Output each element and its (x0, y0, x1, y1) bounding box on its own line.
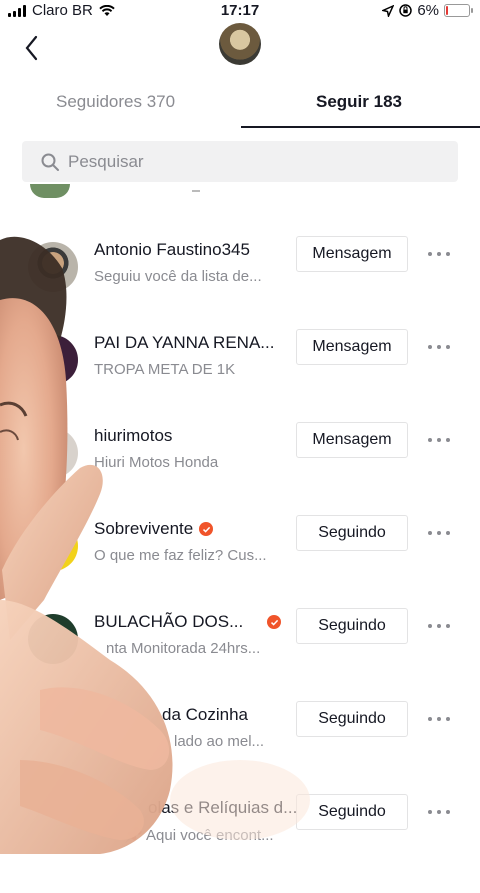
username: Antonio Faustino345 (94, 240, 250, 259)
list-item[interactable]: BULACHÃO DOS... nta Monitorada 24hrs... … (0, 608, 480, 707)
avatar[interactable] (28, 242, 78, 292)
following-button[interactable]: Seguindo (296, 515, 408, 551)
partial-list-item (30, 184, 70, 198)
list-item[interactable]: Antonio Faustino345 Seguiu você da lista… (0, 236, 480, 335)
battery-percent: 6% (417, 2, 439, 19)
user-subtitle: 📌 Aqui você encont... (124, 827, 274, 844)
following-button[interactable]: Seguindo (296, 608, 408, 644)
tab-followers[interactable]: Seguidores 370 (56, 92, 175, 112)
avatar[interactable] (28, 521, 78, 571)
user-subtitle: nta Monitorada 24hrs... (106, 640, 261, 657)
list-item[interactable]: olas e Relíquias d... 📌 Aqui você encont… (0, 794, 480, 893)
search-placeholder: Pesquisar (68, 151, 144, 171)
username: da Cozinha (162, 705, 249, 724)
avatar[interactable] (28, 428, 78, 478)
following-button[interactable]: Seguindo (296, 701, 408, 737)
username: PAI DA YANNA RENA... (94, 333, 275, 352)
username: hiurimotos (94, 426, 173, 445)
more-options-icon[interactable] (428, 709, 450, 729)
tab-following[interactable]: Seguir 183 (316, 92, 402, 112)
following-button[interactable]: Seguindo (296, 794, 408, 830)
username-row: BULACHÃO DOS... (94, 612, 282, 632)
orientation-lock-icon (399, 4, 413, 17)
avatar[interactable] (28, 335, 78, 385)
status-bar: Claro BR 17:17 6% (0, 0, 480, 22)
user-subtitle: Hiuri Motos Honda (94, 454, 219, 471)
list-item[interactable]: PAI DA YANNA RENA... TROPA META DE 1K Me… (0, 329, 480, 428)
back-arrow-icon[interactable] (22, 34, 42, 62)
battery-icon (444, 4, 473, 17)
message-button[interactable]: Mensagem (296, 329, 408, 365)
partial-list-item-text (192, 190, 200, 192)
verified-badge-icon (267, 615, 282, 629)
list-item[interactable]: da Cozinha lado ao mel... Seguindo (0, 701, 480, 800)
search-icon (41, 153, 59, 171)
status-right: 6% (382, 2, 473, 19)
more-options-icon[interactable] (428, 430, 450, 450)
list-item[interactable]: Sobrevivente O que me faz feliz? Cus... … (0, 515, 480, 614)
username-row: Sobrevivente (94, 519, 214, 539)
more-options-icon[interactable] (428, 337, 450, 357)
message-button[interactable]: Mensagem (296, 422, 408, 458)
user-subtitle: lado ao mel... (174, 733, 265, 750)
follow-tabs: Seguidores 370 Seguir 183 (0, 84, 480, 128)
user-subtitle: Seguiu você da lista de... (94, 268, 262, 285)
username: olas e Relíquias d... (148, 798, 298, 817)
profile-avatar[interactable] (219, 23, 261, 65)
active-tab-indicator (241, 126, 480, 128)
username: Sobrevivente (94, 519, 194, 538)
user-subtitle: O que me faz feliz? Cus... (94, 547, 267, 564)
avatar[interactable] (28, 614, 78, 664)
more-options-icon[interactable] (428, 244, 450, 264)
more-options-icon[interactable] (428, 616, 450, 636)
username: BULACHÃO DOS... (94, 612, 244, 631)
list-item[interactable]: hiurimotos Hiuri Motos Honda Mensagem (0, 422, 480, 521)
more-options-icon[interactable] (428, 802, 450, 822)
user-subtitle: TROPA META DE 1K (94, 361, 236, 378)
location-icon (382, 4, 395, 17)
more-options-icon[interactable] (428, 523, 450, 543)
search-input[interactable]: Pesquisar (22, 141, 458, 182)
verified-badge-icon (199, 522, 214, 536)
message-button[interactable]: Mensagem (296, 236, 408, 272)
